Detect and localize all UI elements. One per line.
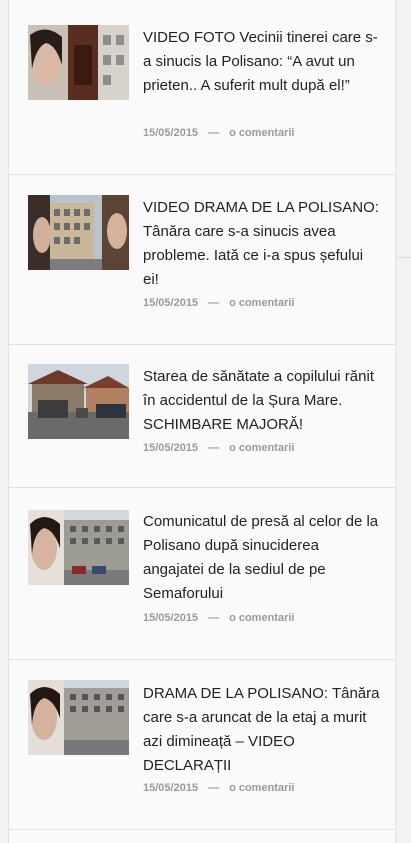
comments-link[interactable]: o comentarii [229, 612, 294, 624]
list-item[interactable]: VIDEO FOTO Vecinii tinerei care s-a sinu… [9, 0, 395, 175]
article-date: 15/05/2015 [143, 297, 199, 309]
comments-link[interactable]: o comentarii [229, 782, 294, 794]
page: VIDEO FOTO Vecinii tinerei care s-a sinu… [0, 0, 411, 843]
article-title-link[interactable]: Comunicatul de presă al celor de la Poli… [143, 510, 383, 606]
meta-separator: — [208, 297, 220, 309]
article-title-link[interactable]: DRAMA DE LA POLISANO: Tânăra care s-a ar… [143, 682, 383, 778]
article-meta: 15/05/2015 — o comentarii [143, 782, 294, 794]
comments-link[interactable]: o comentarii [229, 127, 294, 139]
article-date: 15/05/2015 [143, 442, 199, 454]
meta-separator: — [208, 612, 220, 624]
article-meta: 15/05/2015 — o comentarii [143, 127, 294, 139]
divider [396, 257, 411, 258]
article-date: 15/05/2015 [143, 612, 199, 624]
article-title-link[interactable]: VIDEO FOTO Vecinii tinerei care s-a sinu… [143, 26, 383, 98]
article-meta: 15/05/2015 — o comentarii [143, 612, 294, 624]
article-thumbnail[interactable] [28, 680, 129, 755]
list-item[interactable]: Starea de sănătate a copilului rănit în … [9, 345, 395, 488]
list-item[interactable]: DRAMA DE LA POLISANO: Tânăra care s-a ar… [9, 660, 395, 830]
article-thumbnail[interactable] [28, 510, 129, 585]
comments-link[interactable]: o comentarii [229, 297, 294, 309]
page-background-edge [396, 0, 411, 843]
meta-separator: — [208, 782, 220, 794]
article-thumbnail[interactable] [28, 195, 129, 270]
meta-separator: — [208, 442, 220, 454]
comments-link[interactable]: o comentarii [229, 442, 294, 454]
article-thumbnail[interactable] [28, 25, 129, 100]
list-item[interactable]: Comunicatul de presă al celor de la Poli… [9, 488, 395, 660]
article-list: VIDEO FOTO Vecinii tinerei care s-a sinu… [8, 0, 396, 843]
meta-separator: — [208, 127, 220, 139]
list-item[interactable]: VIDEO DRAMA DE LA POLISANO: Tânăra care … [9, 175, 395, 345]
article-title-link[interactable]: VIDEO DRAMA DE LA POLISANO: Tânăra care … [143, 196, 383, 292]
article-meta: 15/05/2015 — o comentarii [143, 297, 294, 309]
article-thumbnail[interactable] [28, 364, 129, 439]
article-date: 15/05/2015 [143, 127, 199, 139]
article-title-link[interactable]: Starea de sănătate a copilului rănit în … [143, 365, 383, 437]
article-meta: 15/05/2015 — o comentarii [143, 442, 294, 454]
article-date: 15/05/2015 [143, 782, 199, 794]
